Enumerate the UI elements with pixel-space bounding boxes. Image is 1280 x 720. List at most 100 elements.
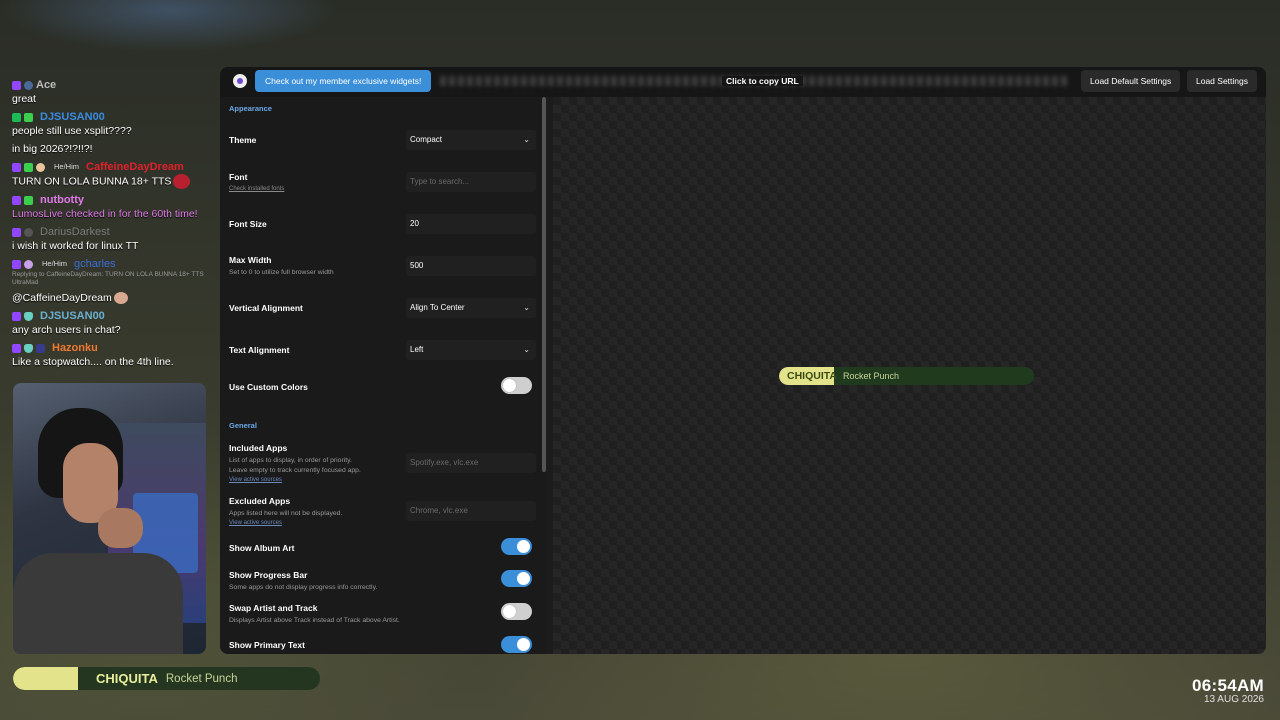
swap-artist-track-toggle[interactable]	[501, 603, 532, 620]
view-active-sources-link[interactable]: View active sources	[229, 477, 282, 483]
excluded-apps-hint: Apps listed here will not be displayed.	[229, 510, 343, 517]
check-badge-icon	[24, 162, 33, 172]
chevron-down-icon: ⌄	[523, 135, 530, 144]
toggle-knob	[503, 605, 516, 618]
max-width-input[interactable]: 500	[406, 256, 536, 276]
chat-username: Hazonku	[52, 342, 98, 354]
album-art-label: Show Album Art	[229, 543, 295, 553]
clock: 06:54AM 13 AUG 2026	[1192, 676, 1264, 705]
shield-badge-icon	[24, 311, 33, 321]
cloud-badge-icon	[24, 259, 33, 269]
member-widgets-button[interactable]: Check out my member exclusive widgets!	[255, 70, 432, 92]
preview-track-title: CHIQUITA	[787, 370, 837, 382]
max-width-label: Max Width	[229, 255, 272, 265]
general-section-header: General	[229, 421, 257, 430]
twitch-badge-icon	[12, 343, 21, 353]
chat-username: DariusDarkest	[40, 226, 110, 238]
twitch-badge-icon	[12, 195, 21, 205]
album-art-toggle[interactable]	[501, 538, 532, 555]
toggle-knob	[517, 638, 530, 651]
chat-message: Hazonku Like a stopwatch.... on the 4th …	[12, 341, 212, 369]
view-active-sources-link[interactable]: View active sources	[229, 520, 282, 526]
chat-text: in big 2026?!?!!?!	[12, 143, 93, 155]
text-alignment-value: Left	[410, 345, 424, 354]
chat-username: Ace	[36, 79, 57, 91]
gear-badge-icon	[24, 80, 33, 90]
twitch-badge-icon	[12, 80, 21, 90]
chevron-down-icon: ⌄	[523, 345, 530, 354]
progress-bar-hint: Some apps do not display progress info c…	[229, 584, 378, 591]
chat-message: nutbotty LumosLive checked in for the 60…	[12, 193, 212, 221]
twitch-badge-icon	[12, 311, 21, 321]
settings-scrollbar[interactable]	[542, 97, 546, 472]
load-default-settings-button[interactable]: Load Default Settings	[1081, 70, 1181, 92]
chat-text: Like a stopwatch.... on the 4th line.	[12, 356, 174, 368]
chat-message: He/Him gcharles Replying to CaffeineDayDr…	[12, 257, 212, 305]
excluded-apps-input[interactable]: Chrome, vlc.exe	[406, 501, 536, 521]
reply-context: Replying to CaffeineDayDream: TURN ON LO…	[12, 271, 204, 286]
chat-message: He/Him CaffeineDayDream TURN ON LOLA BUNN…	[12, 160, 212, 189]
primary-text-toggle[interactable]	[501, 636, 532, 653]
text-alignment-select[interactable]: Left ⌄	[406, 340, 536, 360]
chat-overlay: Ace great DJSUSAN00 people still use xsp…	[12, 78, 212, 373]
chat-username: DJSUSAN00	[40, 310, 105, 322]
check-fonts-link[interactable]: Check installed fonts	[229, 186, 284, 192]
appearance-section-header: Appearance	[229, 104, 272, 113]
chat-text: TURN ON LOLA BUNNA 18+ TTS	[12, 175, 172, 188]
chat-username: gcharles	[74, 258, 116, 270]
mad-emote-icon	[173, 174, 191, 189]
toggle-knob	[503, 379, 516, 392]
progress-bar-toggle[interactable]	[501, 570, 532, 587]
clock-time: 06:54AM	[1191, 676, 1264, 695]
swap-artist-track-label: Swap Artist and Track	[229, 603, 318, 613]
cup-badge-icon	[36, 162, 45, 172]
progress-bar-label: Show Progress Bar	[229, 570, 308, 580]
preview-now-playing-widget: CHIQUITA Rocket Punch	[779, 367, 1034, 385]
font-size-input[interactable]: 20	[406, 214, 536, 234]
theme-select[interactable]: Compact ⌄	[406, 130, 536, 150]
theme-value: Compact	[410, 135, 443, 144]
included-apps-label: Included Apps	[229, 443, 288, 453]
chat-text: any arch users in chat?	[12, 324, 121, 336]
chat-text: i wish it worked for linux TT	[12, 240, 139, 252]
primary-text-label: Show Primary Text	[229, 640, 305, 650]
toggle-knob	[517, 540, 530, 553]
font-search-input[interactable]: Type to search...	[406, 172, 536, 192]
theme-label: Theme	[229, 135, 257, 145]
chat-message: Ace great	[12, 78, 212, 106]
now-playing-widget: CHIQUITA Rocket Punch	[13, 667, 320, 690]
font-label: Font	[229, 172, 248, 182]
max-width-hint: Set to 0 to utilize full browser width	[229, 269, 334, 276]
vertical-alignment-select[interactable]: Align To Center ⌄	[406, 298, 536, 318]
face-emote-icon	[113, 292, 128, 305]
included-apps-input[interactable]: Spotify.exe, vlc.exe	[406, 453, 536, 473]
chat-text: @CaffeineDayDream	[12, 292, 112, 304]
copy-url-button[interactable]: Click to copy URL	[722, 76, 803, 86]
preview-track-artist: Rocket Punch	[842, 371, 899, 381]
check-badge-icon	[24, 195, 33, 205]
chat-username: CaffeineDayDream	[86, 161, 184, 173]
webcam-person-hand	[98, 508, 143, 548]
track-artist: Rocket Punch	[165, 672, 238, 685]
settings-panel: Appearance Theme Compact ⌄ Font Check ins…	[220, 97, 546, 654]
custom-colors-toggle[interactable]	[501, 377, 532, 394]
custom-colors-label: Use Custom Colors	[229, 382, 308, 392]
twitch-badge-icon	[12, 227, 21, 237]
chat-text-row: @CaffeineDayDream	[12, 291, 212, 305]
widget-preview: CHIQUITA Rocket Punch	[553, 97, 1266, 654]
chat-message: DJSUSAN00 people still use xsplit???? in…	[12, 110, 212, 156]
vertical-alignment-value: Align To Center	[410, 303, 465, 312]
app-logo-icon[interactable]	[233, 74, 247, 88]
swap-artist-track-hint: Displays Artist above Track instead of T…	[229, 617, 400, 624]
webcam-feed	[13, 383, 206, 654]
excluded-apps-label: Excluded Apps	[229, 496, 291, 506]
top-toolbar: Check out my member exclusive widgets! C…	[220, 67, 1266, 97]
vertical-alignment-label: Vertical Alignment	[229, 303, 303, 313]
text-alignment-label: Text Alignment	[229, 345, 290, 355]
prime-badge-icon	[36, 343, 45, 353]
load-settings-button[interactable]: Load Settings	[1187, 70, 1257, 92]
pronoun-tag: He/Him	[42, 259, 68, 268]
chat-text: LumosLive checked in for the 60th time!	[12, 208, 198, 220]
shield-badge-icon	[24, 343, 33, 353]
kick-badge-icon	[12, 112, 21, 122]
